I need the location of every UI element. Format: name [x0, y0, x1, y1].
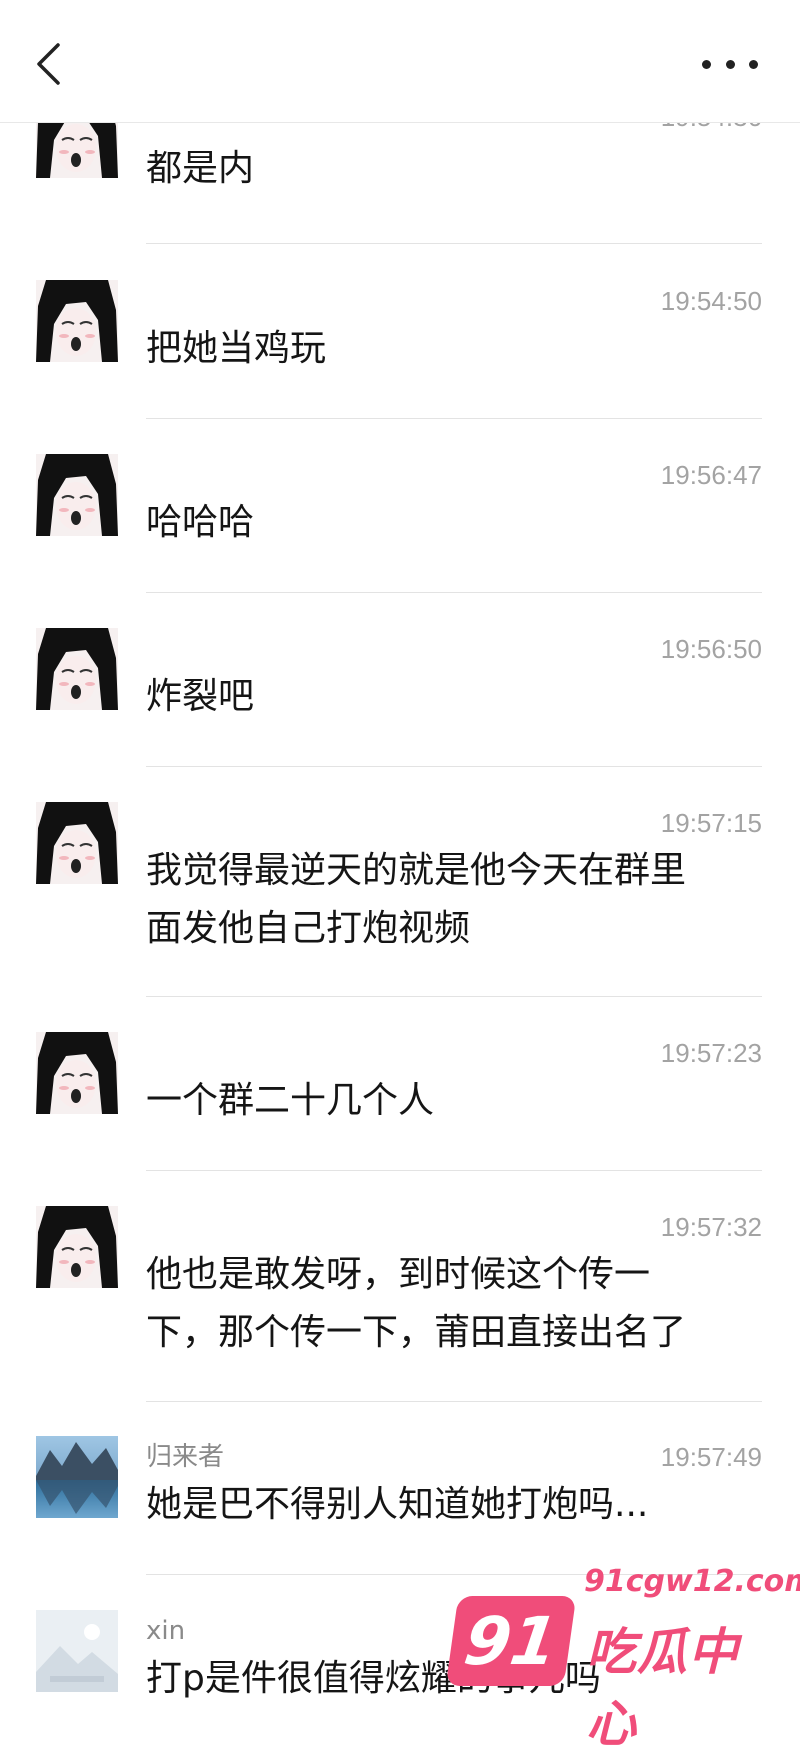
- message-sender: xin: [146, 1616, 186, 1646]
- message-time: 19:57:23: [660, 1038, 762, 1068]
- anime-girl-avatar-icon: [36, 280, 118, 362]
- avatar[interactable]: [36, 802, 118, 884]
- message-line: 都是内: [146, 148, 255, 189]
- message-divider: [146, 1170, 762, 1171]
- anime-girl-avatar-icon: [36, 628, 118, 710]
- avatar[interactable]: [36, 1610, 118, 1692]
- message-line: 他也是敢发呀，到时候这个传一: [146, 1254, 651, 1295]
- watermark-logo: 91: [445, 1596, 577, 1686]
- message-line: 面发他自己打炮视频: [146, 908, 471, 949]
- back-button[interactable]: [28, 38, 68, 90]
- avatar[interactable]: [36, 454, 118, 536]
- message-divider: [146, 1401, 762, 1402]
- message-line: 把她当鸡玩: [146, 328, 327, 369]
- message-text[interactable]: 我觉得最逆天的就是他今天在群里 面发他自己打炮视频: [146, 842, 746, 958]
- anime-girl-avatar-icon: [36, 454, 118, 536]
- message-divider: [146, 592, 762, 593]
- placeholder-image-avatar-icon: [36, 1610, 118, 1692]
- anime-girl-avatar-icon: [36, 802, 118, 884]
- message-time: 19:56:47: [660, 460, 762, 490]
- message-text[interactable]: 都是内: [146, 140, 746, 198]
- message-sender: 归来者: [146, 1442, 225, 1472]
- watermark-domain: 91cgw12.com: [584, 1564, 800, 1599]
- message-divider: [146, 996, 762, 997]
- message-text[interactable]: 一个群二十几个人: [146, 1072, 746, 1130]
- message-time: 19:56:50: [660, 634, 762, 664]
- watermark-text: 吃瓜中心: [586, 1623, 739, 1753]
- message-divider: [146, 418, 762, 419]
- message-time: 19:57:15: [660, 808, 762, 838]
- avatar[interactable]: [36, 1436, 118, 1518]
- message-line: 炸裂吧: [146, 676, 255, 717]
- avatar[interactable]: [36, 280, 118, 362]
- message-line: 下，那个传一下，莆田直接出名了: [146, 1312, 687, 1353]
- message-time: 19:54:50: [660, 286, 762, 316]
- avatar[interactable]: [36, 628, 118, 710]
- more-dots-icon: [702, 59, 711, 69]
- watermark: 91 91cgw12.com 吃瓜中心: [445, 1556, 800, 1753]
- anime-girl-avatar-icon: [36, 1032, 118, 1114]
- anime-girl-avatar-icon: [36, 1206, 118, 1288]
- avatar[interactable]: [36, 1206, 118, 1288]
- lake-landscape-avatar-icon: [36, 1436, 118, 1518]
- message-text[interactable]: 哈哈哈: [146, 494, 746, 552]
- message-divider: [146, 766, 762, 767]
- message-time: 19:57:49: [660, 1442, 762, 1472]
- message-line: 哈哈哈: [146, 502, 255, 543]
- top-bar: [0, 0, 800, 123]
- message-text[interactable]: 她是巴不得别人知道她打炮吗...: [146, 1476, 746, 1534]
- chevron-left-icon: [37, 43, 60, 85]
- more-dots-icon: [725, 59, 735, 69]
- more-dots-icon: [749, 59, 758, 69]
- avatar[interactable]: [36, 1032, 118, 1114]
- more-button[interactable]: [702, 52, 758, 76]
- message-time: 19:57:32: [660, 1212, 762, 1242]
- message-text[interactable]: 把她当鸡玩: [146, 320, 746, 378]
- message-text[interactable]: 炸裂吧: [146, 668, 746, 726]
- message-line: 一个群二十几个人: [146, 1080, 435, 1121]
- message-line: 我觉得最逆天的就是他今天在群里: [146, 850, 687, 891]
- message-line: 她是巴不得别人知道她打炮吗...: [146, 1484, 649, 1525]
- message-text[interactable]: 他也是敢发呀，到时候这个传一 下，那个传一下，莆田直接出名了: [146, 1246, 746, 1362]
- message-divider: [146, 243, 762, 244]
